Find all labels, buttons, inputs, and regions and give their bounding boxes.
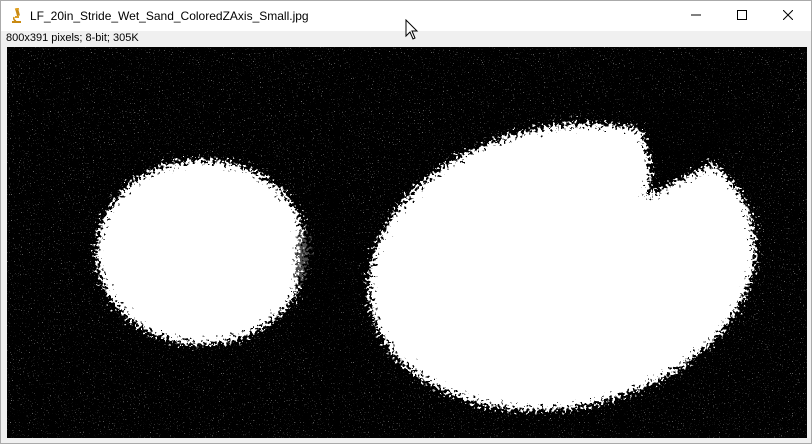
minimize-icon — [691, 7, 701, 25]
image-canvas[interactable] — [7, 47, 807, 438]
thresholded-image — [7, 47, 807, 438]
close-button[interactable] — [765, 1, 811, 31]
minimize-button[interactable] — [673, 1, 719, 31]
window-controls — [673, 1, 811, 31]
maximize-button[interactable] — [719, 1, 765, 31]
mouse-cursor-icon — [405, 19, 419, 40]
window-title: LF_20in_Stride_Wet_Sand_ColoredZAxis_Sma… — [30, 9, 309, 23]
maximize-icon — [737, 7, 747, 25]
microscope-icon[interactable] — [10, 7, 24, 25]
close-icon — [782, 7, 794, 25]
image-window: LF_20in_Stride_Wet_Sand_ColoredZAxis_Sma… — [0, 0, 812, 444]
